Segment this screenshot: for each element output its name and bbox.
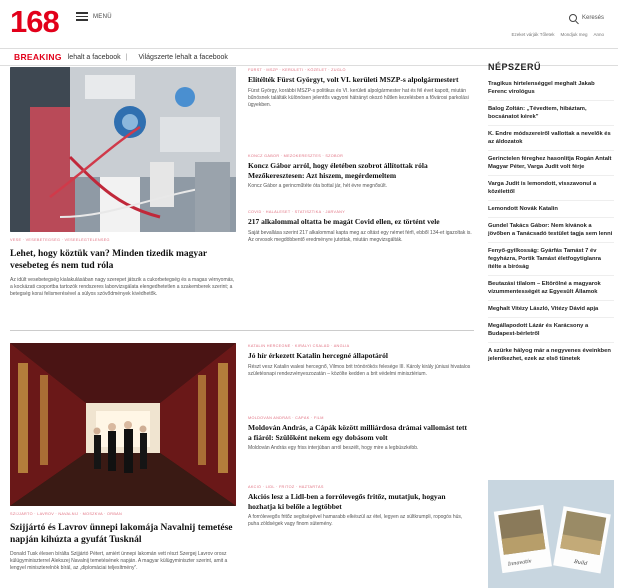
section-divider bbox=[10, 330, 474, 331]
popular-item[interactable]: Meghalt Vitézy László, Vitézy Dávid apja bbox=[488, 301, 614, 318]
search-button[interactable]: Keresés bbox=[568, 14, 604, 22]
article-title[interactable]: Elítélték Fürst Györgyt, volt VI. kerüle… bbox=[248, 75, 472, 85]
article-tags: VESE · VESEBETEGSÉG · VESEELÉGTELENSÉG bbox=[10, 238, 110, 242]
top-link[interactable]: Anno bbox=[593, 32, 604, 37]
popular-item[interactable]: Gundel Takács Gábor: Nem kívánok a jövőb… bbox=[488, 218, 614, 243]
article-tags: AKCIÓ · LIDL · FRITŐZ · HÁZTARTÁS bbox=[248, 485, 324, 489]
article-title[interactable]: Akciós lesz a Lidl-ben a forrólevegős fr… bbox=[248, 492, 472, 511]
article-lead: Donald Tusk élesen bírálta Szijjártó Pét… bbox=[10, 551, 228, 572]
article-tags: SZIJJÁRTÓ · LAVROV · NAVALNIJ · MOSZKVA … bbox=[10, 512, 123, 516]
article-tags: KATALIN HERCEGNÉ · KIRÁLYI CSALÁD · ANGL… bbox=[248, 344, 350, 348]
advertisement[interactable]: Innovatív Build bbox=[488, 480, 614, 588]
menu-button[interactable]: MENÜ bbox=[76, 12, 112, 21]
popular-item[interactable]: Balog Zoltán: „Tévedtem, hibáztam, bocsá… bbox=[488, 101, 614, 126]
search-label: Keresés bbox=[581, 15, 604, 21]
article-lead: Fürst György, korábbi MSZP-s politikus é… bbox=[248, 87, 469, 108]
dialysis-machine-image bbox=[10, 67, 236, 232]
breaking-separator: | bbox=[125, 53, 128, 61]
article-title[interactable]: 217 alkalommal oltatta be magát Covid el… bbox=[248, 217, 472, 227]
article-lead: Részt vesz Katalin walesi hercegnő, Vilm… bbox=[248, 363, 471, 377]
top-links: Ezeket várják Tőletek Mondjuk meg Anno bbox=[512, 32, 604, 37]
article-lead: Az idült vesebetegség kialakulásában nag… bbox=[10, 277, 235, 298]
article-lead: Moldován András egy friss interjúban arr… bbox=[248, 445, 419, 451]
hamburger-icon bbox=[76, 12, 88, 21]
site-logo[interactable]: 168 bbox=[10, 4, 60, 40]
breaking-label: BREAKING bbox=[14, 52, 62, 62]
article-card[interactable]: SZIJJÁRTÓ · LAVROV · NAVALNIJ · MOSZKVA … bbox=[10, 343, 236, 573]
article-title[interactable]: Moldován András, a Cápák között milliárd… bbox=[248, 423, 472, 442]
breaking-item[interactable]: Világszerte lehalt a facebook bbox=[139, 54, 228, 61]
article-card[interactable]: VESE · VESEBETEGSÉG · VESEELÉGTELENSÉG L… bbox=[10, 67, 236, 299]
article-tags: COVID · HALÁLESET · STATISZTIKA · JÁRVÁN… bbox=[248, 210, 346, 214]
article-card[interactable]: COVID · HALÁLESET · STATISZTIKA · JÁRVÁN… bbox=[248, 210, 472, 244]
popular-item[interactable]: K. Endre módszereiről vallottak a nevelő… bbox=[488, 126, 614, 151]
article-title[interactable]: Koncz Gábor arról, hogy életében szobrot… bbox=[248, 161, 472, 180]
popular-item[interactable]: Fenyő-gyilkosság: Gyárfás Tamást 7 év fe… bbox=[488, 243, 614, 276]
article-card[interactable]: MOLDOVÁN ANDRÁS · CÁPÁK · FILM Moldován … bbox=[248, 416, 472, 452]
article-tags: KONCZ GÁBOR · MEZŐKERESZTES · SZOBOR bbox=[248, 154, 344, 158]
popular-title: NÉPSZERŰ bbox=[488, 62, 542, 72]
popular-item[interactable]: Beutazási tilalom – Eltörölné a magyarok… bbox=[488, 276, 614, 301]
breaking-item[interactable]: lehalt a facebook bbox=[68, 54, 121, 61]
article-lead: Koncz Gábor a gerincműtéte óta bottal já… bbox=[248, 183, 387, 189]
popular-item[interactable]: Lemondott Novák Katalin bbox=[488, 201, 614, 218]
article-card[interactable]: AKCIÓ · LIDL · FRITŐZ · HÁZTARTÁS Akciós… bbox=[248, 485, 472, 528]
popular-list: Tragikus hirtelenséggel meghalt Jakab Fe… bbox=[488, 76, 614, 367]
article-title[interactable]: Lehet, hogy köztük van? Minden tizedik m… bbox=[10, 248, 236, 272]
ad-image bbox=[488, 480, 614, 588]
popular-item[interactable]: A szürke hályog már a negyvenes éveinkbe… bbox=[488, 343, 614, 367]
popular-item[interactable]: Tragikus hirtelenséggel meghalt Jakab Fe… bbox=[488, 76, 614, 101]
corridor-image bbox=[10, 343, 236, 506]
popular-sidebar: NÉPSZERŰ Tragikus hirtelenséggel meghalt… bbox=[488, 62, 614, 367]
article-tags: MOLDOVÁN ANDRÁS · CÁPÁK · FILM bbox=[248, 416, 324, 420]
popular-item[interactable]: Varga Judit is lemondott, visszavonul a … bbox=[488, 176, 614, 201]
article-tags: FÜRST · MSZP · KERÜLETI · KÖZÉLET · ZUGL… bbox=[248, 68, 346, 72]
article-photo-lavrov[interactable] bbox=[10, 343, 236, 506]
menu-label: MENÜ bbox=[93, 13, 112, 20]
article-card[interactable]: KATALIN HERCEGNÉ · KIRÁLYI CSALÁD · ANGL… bbox=[248, 344, 472, 378]
article-title[interactable]: Szijjártó és Lavrov ünnepi lakomája Nava… bbox=[10, 522, 236, 546]
popular-item[interactable]: Gerinctelen féreghez hasonlítja Rogán An… bbox=[488, 151, 614, 176]
search-icon bbox=[568, 14, 577, 22]
article-photo-dialysis[interactable] bbox=[10, 67, 236, 232]
article-title[interactable]: Jó hír érkezett Katalin hercegné állapot… bbox=[248, 351, 472, 361]
site-header: 168 MENÜ Keresés Ezeket várják Tőletek M… bbox=[0, 0, 618, 46]
popular-item[interactable]: Megállapodott Lázár és Karácsony a Budap… bbox=[488, 318, 614, 343]
article-card[interactable]: KONCZ GÁBOR · MEZŐKERESZTES · SZOBOR Kon… bbox=[248, 154, 472, 190]
top-link[interactable]: Ezeket várják Tőletek bbox=[512, 32, 555, 37]
top-link[interactable]: Mondjuk meg bbox=[560, 32, 587, 37]
article-lead: Saját bevallása szerint 217 alkalommal k… bbox=[248, 229, 472, 243]
article-card[interactable]: FÜRST · MSZP · KERÜLETI · KÖZÉLET · ZUGL… bbox=[248, 68, 472, 109]
article-lead: A forrólevegős fritőz segítségével hamar… bbox=[248, 514, 463, 528]
